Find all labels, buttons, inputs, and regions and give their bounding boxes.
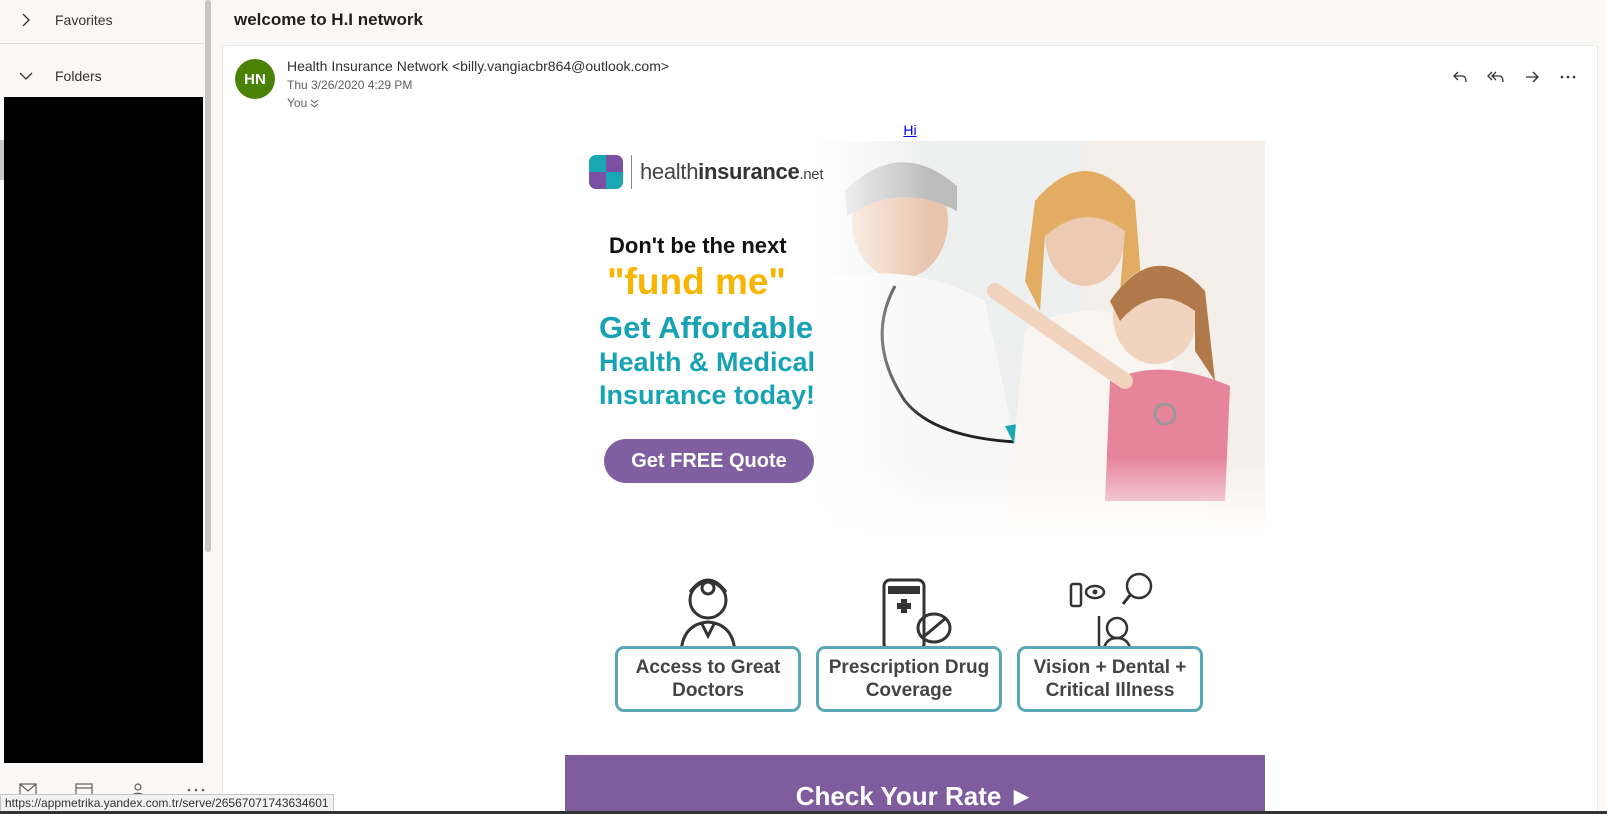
check-your-rate-button[interactable]: Check Your Rate ► — [565, 755, 1265, 814]
recipient-you: You — [287, 96, 308, 110]
reply-all-icon — [1487, 71, 1504, 83]
headline-dont-be: Don't be the next — [609, 233, 787, 258]
feature-doctors-label: Access to Great Doctors — [615, 646, 801, 712]
headline-affordable: Get Affordable — [599, 310, 814, 345]
forward-icon — [1526, 71, 1539, 83]
reply-button[interactable] — [1447, 64, 1473, 90]
feature-list: Access to Great Doctors Prescription Dru… — [565, 561, 1265, 731]
feature-prescription[interactable]: Prescription Drug Coverage — [816, 561, 1002, 731]
logo-text-bold: insurance — [698, 159, 800, 184]
logo-text-light: health — [640, 159, 699, 184]
sidebar-scrollbar[interactable] — [205, 0, 211, 552]
get-free-quote-button[interactable]: Get FREE Quote — [604, 439, 814, 483]
favorites-label: Favorites — [55, 12, 113, 28]
doctor-icon — [679, 578, 737, 652]
more-horizontal-icon — [187, 788, 205, 792]
reading-pane: welcome to H.I network HN Health Insuran… — [213, 0, 1607, 814]
logo-separator — [631, 155, 632, 189]
recipients[interactable]: You — [287, 96, 319, 110]
mail-app: Favorites Folders welcome to H.I network… — [0, 0, 1607, 814]
pill-bottle-icon — [882, 578, 952, 652]
reply-icon — [1453, 71, 1467, 83]
logo-mark-icon — [589, 155, 623, 189]
message-card: HN Health Insurance Network <billy.vangi… — [222, 45, 1598, 814]
headline-fund-me: "fund me" — [607, 261, 786, 302]
headline-insurance-today: Health & Medical Insurance today! — [599, 347, 816, 410]
message-actions — [1447, 64, 1581, 90]
redacted-folder-list — [4, 97, 203, 763]
sender-avatar[interactable]: HN — [235, 59, 275, 99]
reply-all-button[interactable] — [1483, 64, 1509, 90]
hi-link-text[interactable]: Hi — [903, 122, 916, 138]
sidebar-divider — [0, 43, 203, 44]
message-subject: welcome to H.I network — [234, 10, 423, 29]
logo-text: healthinsurance.net — [640, 159, 824, 185]
favorites-toggle[interactable]: Favorites — [0, 0, 203, 40]
message-date: Thu 3/26/2020 4:29 PM — [287, 78, 413, 92]
logo-text-suffix: .net — [799, 166, 824, 183]
feature-vision-dental-label: Vision + Dental + Critical Illness — [1017, 646, 1203, 712]
hero-banner[interactable]: healthinsurance.net Don't be the next "f… — [565, 141, 1265, 537]
forward-button[interactable] — [1519, 64, 1545, 90]
feature-doctors[interactable]: Access to Great Doctors — [615, 561, 801, 731]
folders-toggle[interactable]: Folders — [0, 56, 203, 96]
feature-prescription-label: Prescription Drug Coverage — [816, 646, 1002, 712]
folder-sidebar: Favorites Folders — [0, 0, 213, 814]
healthinsurance-logo: healthinsurance.net — [589, 155, 824, 189]
more-actions-button[interactable] — [1555, 64, 1581, 90]
folders-label: Folders — [55, 68, 102, 84]
sender-name[interactable]: Health Insurance Network <billy.vangiacb… — [287, 58, 669, 74]
email-body: healthinsurance.net Don't be the next "f… — [565, 141, 1265, 814]
chevron-down-icon — [19, 72, 33, 80]
more-horizontal-icon — [1560, 75, 1576, 79]
chevron-right-icon — [22, 13, 30, 27]
status-bar-url: https://appmetrika.yandex.com.tr/serve/2… — [0, 794, 334, 812]
feature-vision-dental[interactable]: Vision + Dental + Critical Illness — [1017, 561, 1203, 731]
vision-dental-icon — [1069, 572, 1153, 652]
expand-recipients-icon — [310, 99, 319, 108]
hi-link[interactable]: Hi — [223, 122, 1597, 138]
